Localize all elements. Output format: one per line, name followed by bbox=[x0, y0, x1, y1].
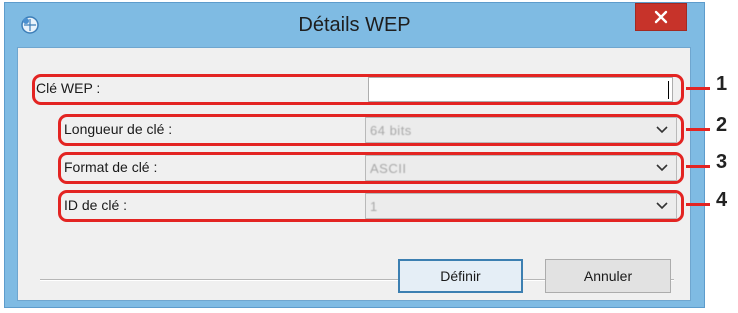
close-icon bbox=[654, 10, 668, 24]
key-length-select[interactable]: 64 bits bbox=[365, 117, 677, 143]
key-id-label: ID de clé : bbox=[64, 197, 128, 213]
callout-line-4 bbox=[686, 203, 710, 206]
chevron-down-icon bbox=[656, 202, 668, 210]
key-format-value: ASCII bbox=[370, 161, 407, 176]
chevron-down-icon bbox=[656, 126, 668, 134]
cancel-button[interactable]: Annuler bbox=[545, 259, 671, 293]
callout-number-1: 1 bbox=[716, 73, 728, 95]
callout-line-3 bbox=[686, 165, 710, 168]
wep-key-label: Clé WEP : bbox=[36, 80, 101, 96]
key-length-label: Longueur de clé : bbox=[64, 121, 173, 137]
dialog-title: Détails WEP bbox=[298, 14, 411, 36]
callout-line-2 bbox=[686, 128, 710, 131]
key-id-select[interactable]: 1 bbox=[365, 193, 677, 219]
callout-line-1 bbox=[686, 87, 710, 90]
key-length-value: 64 bits bbox=[370, 123, 412, 138]
title-bar[interactable]: Détails WEP bbox=[5, 3, 704, 47]
key-id-value: 1 bbox=[370, 199, 378, 214]
close-button[interactable] bbox=[635, 3, 687, 31]
key-format-select[interactable]: ASCII bbox=[365, 155, 677, 181]
dialog-content: Clé WEP : Longueur de clé : 64 bits Form… bbox=[17, 47, 691, 301]
callout-number-2: 2 bbox=[716, 114, 728, 136]
key-format-label: Format de clé : bbox=[64, 159, 158, 175]
callout-number-3: 3 bbox=[716, 151, 728, 173]
text-caret bbox=[668, 81, 669, 99]
chevron-down-icon bbox=[656, 164, 668, 172]
wep-key-input[interactable] bbox=[368, 77, 673, 102]
wep-details-dialog: Détails WEP Clé WEP : Longueur de clé : … bbox=[4, 2, 705, 308]
callout-number-4: 4 bbox=[716, 189, 728, 211]
define-button[interactable]: Définir bbox=[398, 259, 523, 293]
